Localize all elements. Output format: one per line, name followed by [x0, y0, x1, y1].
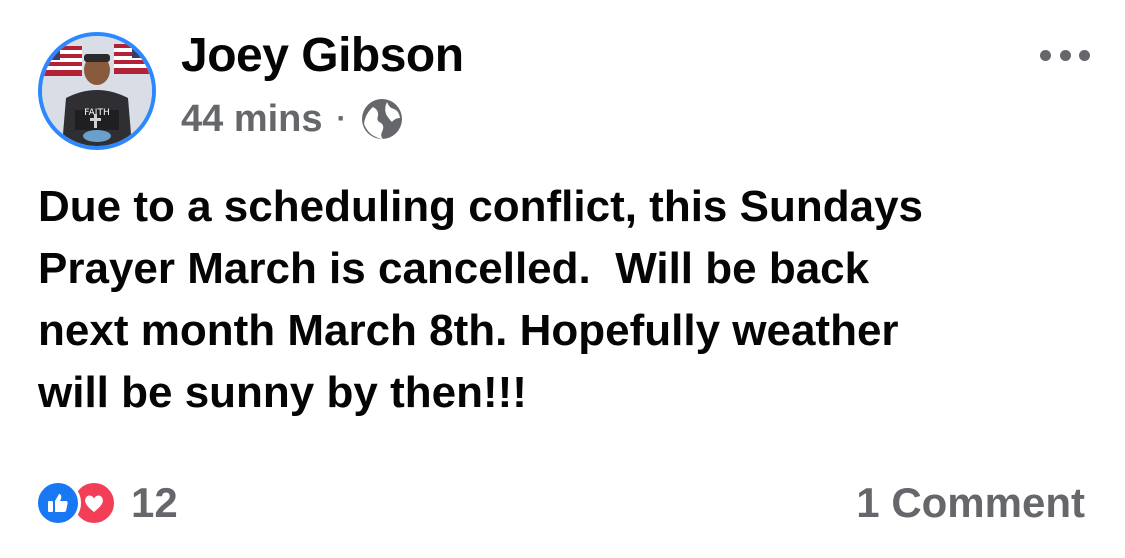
avatar-photo: FAITH [42, 36, 152, 146]
post-timestamp[interactable]: 44 mins [181, 98, 323, 141]
more-options-icon[interactable] [1040, 40, 1090, 70]
reactions-summary[interactable]: 12 [35, 478, 178, 528]
author-name[interactable]: Joey Gibson [181, 28, 464, 84]
post-meta: 44 mins · [181, 96, 405, 142]
avatar[interactable]: FAITH [38, 32, 156, 150]
comments-link[interactable]: 1 Comment [856, 476, 1085, 530]
meta-separator: · [336, 102, 347, 135]
facebook-post: FAITH Joey Gibson 44 mins · Due to a sch… [0, 0, 1125, 558]
post-body: Due to a scheduling conflict, this Sunda… [38, 182, 924, 417]
globe-icon[interactable] [359, 96, 405, 142]
like-icon [35, 480, 81, 526]
reaction-count: 12 [131, 479, 178, 526]
